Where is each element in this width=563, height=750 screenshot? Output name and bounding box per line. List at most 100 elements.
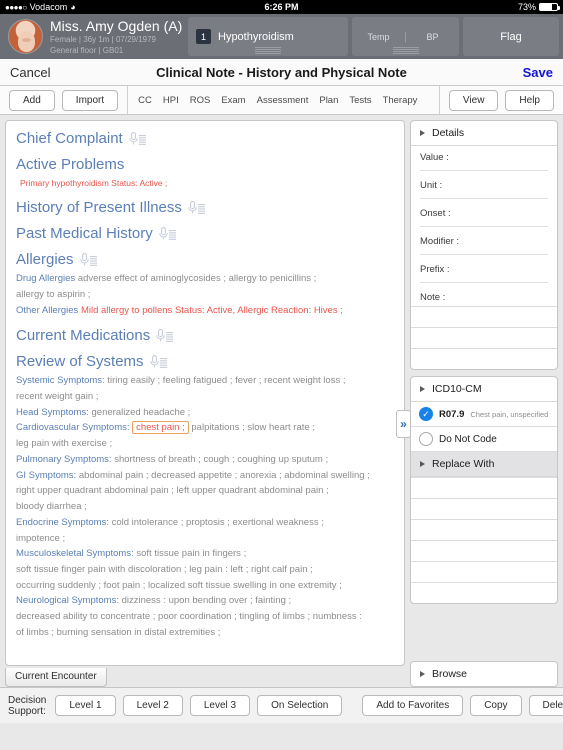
icd-do-not-code-option[interactable]: Do Not Code bbox=[411, 427, 557, 452]
ros-label: Pulmonary Symptoms: bbox=[16, 453, 112, 465]
level-1-button[interactable]: Level 1 bbox=[55, 695, 116, 716]
save-button[interactable]: Save bbox=[523, 65, 553, 80]
chevron-double-right-icon[interactable]: » bbox=[396, 410, 411, 438]
main-body: Chief Complaint Active Problems Primary … bbox=[0, 115, 563, 687]
drag-handle-icon[interactable] bbox=[255, 47, 281, 54]
browse-panel-header[interactable]: Browse bbox=[411, 662, 557, 686]
section-history-present-illness[interactable]: History of Present Illness bbox=[16, 199, 394, 216]
view-button[interactable]: View bbox=[448, 89, 499, 111]
ros-text-cont[interactable]: bloody diarrhea ; bbox=[16, 500, 394, 515]
details-empty-row bbox=[411, 306, 557, 327]
ros-row[interactable]: Systemic Symptoms: tiring easily ; feeli… bbox=[16, 374, 394, 389]
ros-text-cont[interactable]: recent weight gain ; bbox=[16, 390, 394, 405]
section-past-medical-history[interactable]: Past Medical History bbox=[16, 225, 394, 242]
ros-row[interactable]: Endocrine Symptoms: cold intolerance ; p… bbox=[16, 516, 394, 531]
dictation-mic-icon[interactable] bbox=[149, 355, 167, 369]
cancel-button[interactable]: Cancel bbox=[10, 65, 50, 80]
other-allergies-row[interactable]: Other Allergies Mild allergy to pollens … bbox=[16, 304, 394, 319]
add-to-favorites-button[interactable]: Add to Favorites bbox=[362, 695, 464, 716]
toolbar-right-group: View Help bbox=[440, 86, 563, 114]
ros-text-cont[interactable]: soft tissue finger pain with discolorati… bbox=[16, 563, 394, 578]
ros-row[interactable]: Neurological Symptoms: dizziness : upon … bbox=[16, 594, 394, 609]
dictation-mic-icon[interactable] bbox=[128, 132, 146, 145]
import-button[interactable]: Import bbox=[61, 89, 119, 111]
icd-panel-header[interactable]: ICD10-CM bbox=[411, 377, 557, 402]
details-panel-title: Details bbox=[432, 127, 465, 139]
replace-with-header[interactable]: Replace With bbox=[411, 452, 557, 477]
section-label: Chief Complaint bbox=[16, 130, 123, 147]
ros-text-cont[interactable]: occurring suddenly ; foot pain ; localiz… bbox=[16, 579, 394, 594]
section-tabs: CC HPI ROS Exam Assessment Plan Tests Th… bbox=[128, 86, 440, 114]
ros-text: dizziness : upon bending over ; fainting… bbox=[121, 595, 292, 607]
active-problems-text[interactable]: Primary hypothyroidism Status: Active ; bbox=[20, 177, 394, 190]
ros-row[interactable]: Pulmonary Symptoms: shortness of breath … bbox=[16, 453, 394, 468]
field-prefix[interactable]: Prefix : bbox=[411, 258, 557, 286]
details-panel-header[interactable]: Details bbox=[411, 121, 557, 146]
tab-hpi[interactable]: HPI bbox=[163, 95, 179, 106]
vital-temp-button[interactable]: Temp bbox=[352, 32, 405, 42]
other-allergies-label: Other Allergies bbox=[16, 304, 79, 316]
patient-summary[interactable]: Miss. Amy Ogden (A) Female | 36y 1m | 07… bbox=[4, 17, 184, 56]
replace-with-label: Replace With bbox=[432, 458, 495, 470]
level-3-button[interactable]: Level 3 bbox=[189, 695, 251, 716]
encounter-tab-row: Current Encounter bbox=[5, 665, 405, 687]
tab-current-encounter[interactable]: Current Encounter bbox=[5, 668, 107, 687]
patient-avatar bbox=[8, 19, 43, 54]
diagnosis-card[interactable]: 1 Hypothyroidism bbox=[188, 17, 348, 56]
section-chief-complaint[interactable]: Chief Complaint bbox=[16, 130, 394, 147]
vital-bp-button[interactable]: BP bbox=[405, 31, 459, 42]
drug-allergies-text-cont[interactable]: allergy to aspirin ; bbox=[16, 288, 394, 303]
copy-button[interactable]: Copy bbox=[470, 695, 522, 716]
tab-plan[interactable]: Plan bbox=[319, 95, 338, 106]
ros-text-cont[interactable]: right upper quadrant abdominal pain ; le… bbox=[16, 484, 394, 499]
dictation-mic-icon[interactable] bbox=[156, 329, 174, 343]
on-selection-button[interactable]: On Selection bbox=[257, 695, 343, 716]
icd-code-id: R07.9 bbox=[439, 408, 465, 420]
ros-text-cont[interactable]: decreased ability to concentrate ; poor … bbox=[16, 610, 394, 625]
ros-text-cont[interactable]: impotence ; bbox=[16, 532, 394, 547]
ros-row[interactable]: Musculoskeletal Symptoms: soft tissue pa… bbox=[16, 547, 394, 562]
field-modifier[interactable]: Modifier : bbox=[411, 230, 557, 258]
flag-button[interactable]: Flag bbox=[463, 17, 559, 56]
icd-code-option-selected[interactable]: ✓ R07.9 Chest pain, unspecified bbox=[411, 402, 557, 427]
dictation-mic-icon[interactable] bbox=[79, 253, 97, 267]
ros-text-cont[interactable]: of limbs ; burning sensation in distal e… bbox=[16, 626, 394, 641]
tab-exam[interactable]: Exam bbox=[221, 95, 245, 106]
section-current-medications[interactable]: Current Medications bbox=[16, 327, 394, 344]
ros-row[interactable]: Head Symptoms: generalized headache ; bbox=[16, 406, 394, 421]
tab-ros[interactable]: ROS bbox=[190, 95, 211, 106]
clinical-note-editor[interactable]: Chief Complaint Active Problems Primary … bbox=[5, 120, 405, 666]
dictation-mic-icon[interactable] bbox=[188, 201, 205, 215]
drug-allergies-row[interactable]: Drug Allergies adverse effect of aminogl… bbox=[16, 272, 394, 287]
ros-row[interactable]: GI Symptoms: abdominal pain ; decreased … bbox=[16, 469, 394, 484]
field-onset[interactable]: Onset : bbox=[411, 202, 557, 230]
patient-header-bar: Miss. Amy Ogden (A) Female | 36y 1m | 07… bbox=[0, 14, 563, 59]
tab-cc[interactable]: CC bbox=[138, 95, 152, 106]
selected-symptom-chest-pain[interactable]: chest pain ; bbox=[132, 421, 189, 435]
dictation-mic-icon[interactable] bbox=[158, 227, 176, 241]
other-allergies-text: Mild allergy to pollens Status: Active, … bbox=[80, 304, 343, 316]
field-note[interactable]: Note : bbox=[411, 286, 557, 306]
add-button[interactable]: Add bbox=[9, 89, 55, 111]
field-value[interactable]: Value : bbox=[411, 146, 557, 174]
tab-therapy[interactable]: Therapy bbox=[383, 95, 418, 106]
section-allergies[interactable]: Allergies bbox=[16, 251, 394, 268]
level-2-button[interactable]: Level 2 bbox=[122, 695, 183, 716]
toolbar-left-group: Add Import bbox=[0, 86, 129, 114]
radio-unchecked-icon bbox=[419, 432, 433, 446]
ros-row[interactable]: Cardiovascular Symptoms: chest pain ; pa… bbox=[16, 421, 394, 436]
section-active-problems[interactable]: Active Problems bbox=[16, 156, 394, 173]
section-review-of-systems[interactable]: Review of Systems bbox=[16, 353, 394, 370]
tab-tests[interactable]: Tests bbox=[349, 95, 371, 106]
delete-button[interactable]: Delete bbox=[528, 695, 563, 716]
help-button[interactable]: Help bbox=[505, 89, 554, 111]
tab-assessment[interactable]: Assessment bbox=[257, 95, 309, 106]
drag-handle-icon[interactable] bbox=[392, 47, 419, 54]
field-unit[interactable]: Unit : bbox=[411, 174, 557, 202]
triangle-right-icon bbox=[420, 386, 425, 392]
details-empty-row bbox=[411, 327, 557, 348]
ros-text-cont[interactable]: leg pain with exercise ; bbox=[16, 437, 394, 452]
section-label: Review of Systems bbox=[16, 353, 144, 371]
ros-text: tiring easily ; feeling fatigued ; fever… bbox=[107, 375, 346, 387]
